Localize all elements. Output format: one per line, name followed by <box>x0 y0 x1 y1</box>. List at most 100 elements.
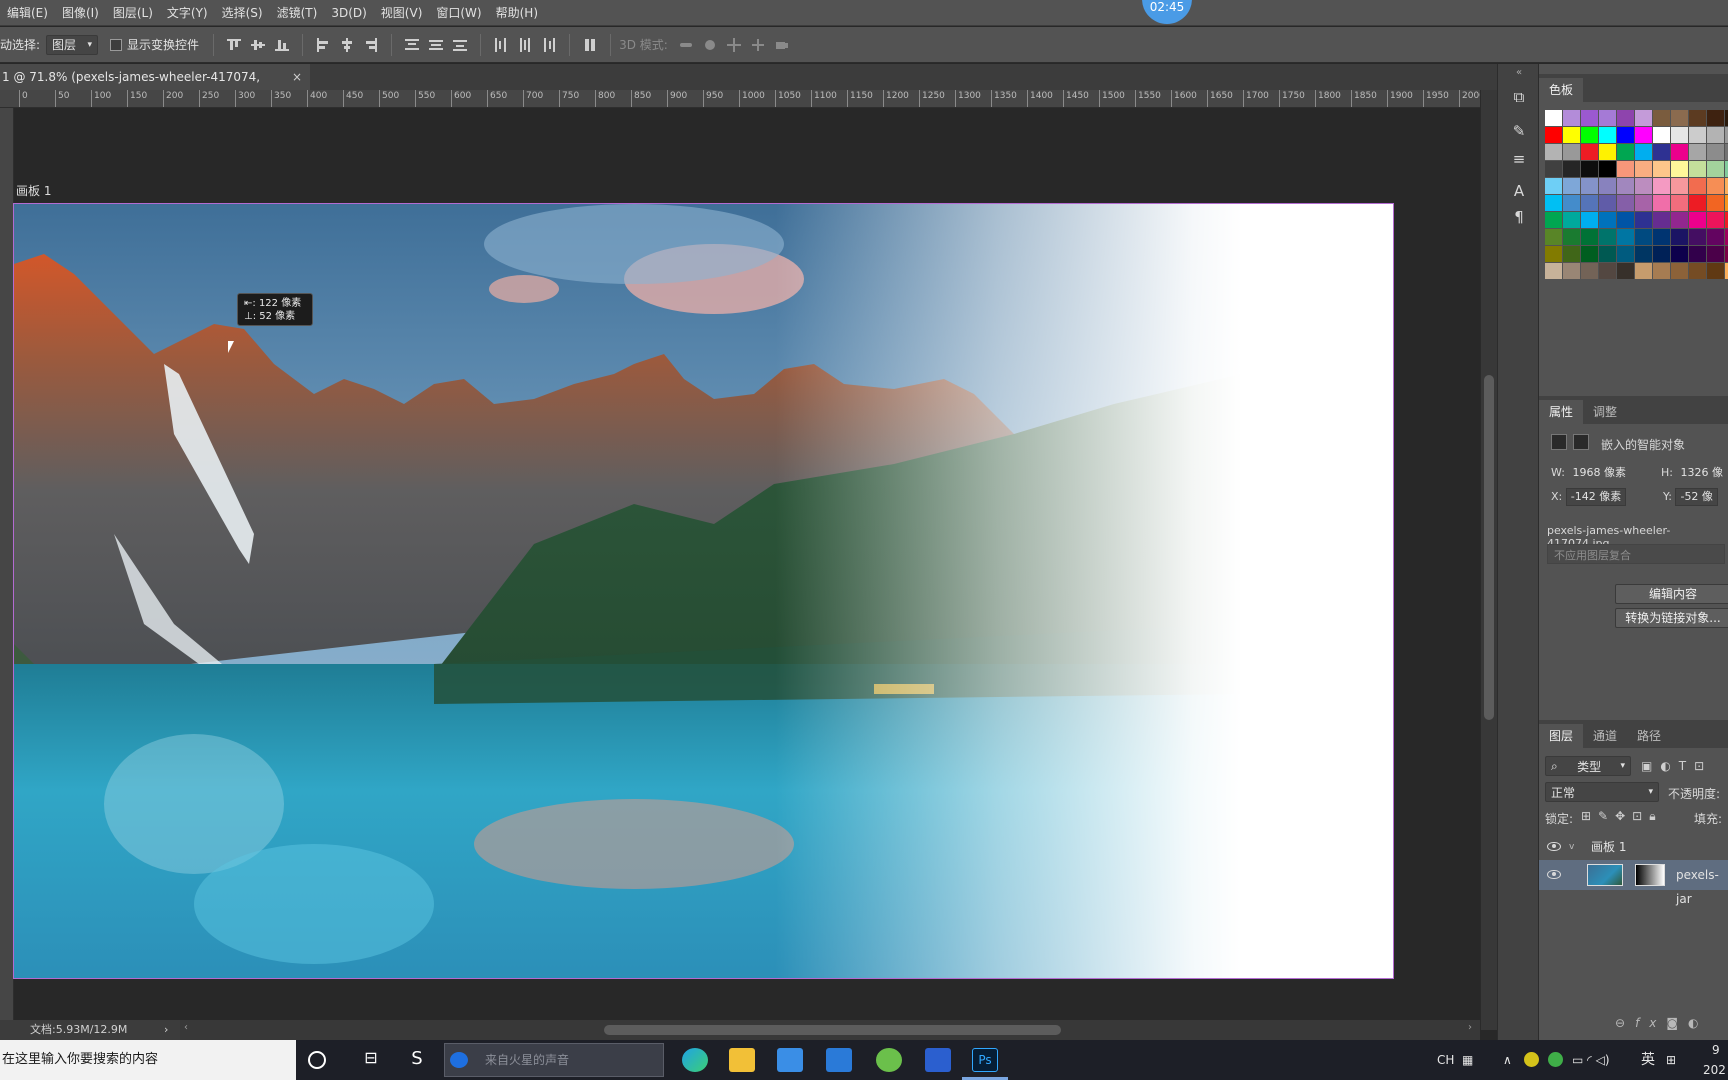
distribute-bottom-icon[interactable] <box>453 38 468 52</box>
photoshop-icon[interactable]: Ps <box>972 1048 998 1072</box>
artboard-label[interactable]: 画板 1 <box>16 182 51 199</box>
color-swatch[interactable] <box>1581 195 1598 211</box>
visibility-eye-icon[interactable] <box>1547 870 1561 879</box>
color-swatch[interactable] <box>1689 144 1706 160</box>
color-swatch[interactable] <box>1635 229 1652 245</box>
mail-icon[interactable] <box>826 1048 852 1072</box>
camera-3d-icon[interactable] <box>775 38 789 52</box>
cortana-icon[interactable] <box>308 1051 326 1069</box>
tab-paths[interactable]: 路径 <box>1627 724 1671 748</box>
color-swatch[interactable] <box>1671 195 1688 211</box>
store-icon[interactable] <box>777 1048 803 1072</box>
layer-comp-dropdown[interactable]: 不应用图层复合 <box>1547 544 1725 564</box>
color-swatch[interactable] <box>1599 110 1616 126</box>
distribute-left-icon[interactable] <box>494 37 508 52</box>
layer-filter-icons[interactable]: ▣◐T⊡ <box>1641 759 1712 773</box>
brush-icon[interactable]: ✎ <box>1510 122 1528 140</box>
convert-to-linked-button[interactable]: 转换为链接对象... <box>1615 608 1728 628</box>
distribute-right-icon[interactable] <box>542 37 556 52</box>
color-swatch[interactable] <box>1707 110 1724 126</box>
color-swatch[interactable] <box>1581 212 1598 228</box>
mask-icon[interactable] <box>1573 434 1589 450</box>
color-swatch[interactable] <box>1581 144 1598 160</box>
color-swatch[interactable] <box>1599 246 1616 262</box>
color-swatch[interactable] <box>1635 144 1652 160</box>
wps-icon[interactable] <box>925 1048 951 1072</box>
color-swatch[interactable] <box>1707 161 1724 177</box>
ime-language-label[interactable]: 英 <box>1641 1040 1655 1080</box>
color-swatch[interactable] <box>1581 263 1598 279</box>
horizontal-scrollbar[interactable]: ‹ › <box>180 1020 1480 1040</box>
orbit-3d-icon[interactable] <box>679 38 693 52</box>
history-icon[interactable]: ⧉ <box>1510 88 1528 106</box>
color-swatch[interactable] <box>1689 110 1706 126</box>
layer-bottom-actions[interactable]: ⊖fx◙◐ <box>1615 1016 1709 1030</box>
y-field[interactable]: -52 像 <box>1675 488 1718 506</box>
x-field[interactable]: -142 像素 <box>1565 488 1627 506</box>
slide-3d-icon[interactable] <box>751 38 765 52</box>
height-field[interactable]: 1326 像 <box>1676 465 1727 483</box>
close-icon[interactable]: × <box>292 64 302 90</box>
color-swatch[interactable] <box>1563 229 1580 245</box>
color-swatch[interactable] <box>1653 263 1670 279</box>
menu-item[interactable]: 图层(L) <box>106 0 160 26</box>
color-swatch[interactable] <box>1707 229 1724 245</box>
app-s-icon[interactable]: S <box>404 1048 430 1072</box>
blend-mode-dropdown[interactable]: 正常 ▾ <box>1545 782 1659 802</box>
document-tab[interactable]: 1 @ 71.8% (pexels-james-wheeler-417074, … <box>0 64 310 110</box>
tab-layers[interactable]: 图层 <box>1539 724 1584 748</box>
tray-app2-icon[interactable] <box>1548 1052 1563 1067</box>
color-swatch[interactable] <box>1635 127 1652 143</box>
color-swatch[interactable] <box>1545 161 1562 177</box>
keyboard-icon[interactable]: ▦ <box>1462 1040 1473 1080</box>
color-swatch[interactable] <box>1671 110 1688 126</box>
color-swatch[interactable] <box>1653 127 1670 143</box>
color-swatch[interactable] <box>1617 178 1634 194</box>
layer-filter-dropdown[interactable]: ⌕ 类型 ▾ <box>1545 756 1631 776</box>
color-swatch[interactable] <box>1689 127 1706 143</box>
color-swatch[interactable] <box>1617 161 1634 177</box>
taskbar-search-box[interactable]: 在这里输入你要搜索的内容 <box>0 1040 296 1080</box>
color-swatch[interactable] <box>1617 127 1634 143</box>
file-explorer-icon[interactable] <box>729 1048 755 1072</box>
color-swatch[interactable] <box>1689 195 1706 211</box>
vertical-scrollbar[interactable] <box>1480 90 1497 1030</box>
color-swatch[interactable] <box>1581 161 1598 177</box>
ime-keyboard-icon[interactable]: ⊞ <box>1666 1040 1676 1080</box>
color-swatch[interactable] <box>1653 195 1670 211</box>
paragraph-icon[interactable]: ¶ <box>1510 208 1528 226</box>
menu-item[interactable]: 文字(Y) <box>160 0 215 26</box>
color-swatch[interactable] <box>1563 212 1580 228</box>
scroll-left-icon[interactable]: ‹ <box>184 1022 188 1033</box>
layer-row-photo[interactable]: pexels-jar <box>1539 860 1728 906</box>
layer-mask-thumbnail[interactable] <box>1635 864 1665 886</box>
color-swatch[interactable] <box>1599 212 1616 228</box>
menu-item[interactable]: 帮助(H) <box>489 0 545 26</box>
color-swatch[interactable] <box>1653 229 1670 245</box>
color-swatch[interactable] <box>1563 178 1580 194</box>
color-swatch[interactable] <box>1617 110 1634 126</box>
lock-icons[interactable]: ⊞✎✥⊡🔒︎ <box>1581 809 1663 824</box>
hot-search-box[interactable]: 来自火星的声音 <box>444 1043 664 1077</box>
menu-item[interactable]: 选择(S) <box>215 0 270 26</box>
roll-3d-icon[interactable] <box>703 38 717 52</box>
color-swatch[interactable] <box>1707 263 1724 279</box>
scroll-right-icon[interactable]: › <box>1468 1022 1472 1033</box>
color-swatch[interactable] <box>1635 263 1652 279</box>
task-view-icon[interactable]: ⊟ <box>358 1048 384 1072</box>
color-swatch[interactable] <box>1563 161 1580 177</box>
chevron-down-icon[interactable]: v <box>1569 835 1574 859</box>
tray-app-icon[interactable] <box>1524 1052 1539 1067</box>
tab-adjustments[interactable]: 调整 <box>1583 400 1627 424</box>
color-swatch[interactable] <box>1599 263 1616 279</box>
color-swatch[interactable] <box>1545 110 1562 126</box>
edit-contents-button[interactable]: 编辑内容 <box>1615 584 1728 604</box>
tab-properties[interactable]: 属性 <box>1539 400 1584 424</box>
color-swatch[interactable] <box>1635 161 1652 177</box>
menu-item[interactable]: 滤镜(T) <box>270 0 325 26</box>
tab-swatches[interactable]: 色板 <box>1539 78 1584 102</box>
color-swatch[interactable] <box>1617 144 1634 160</box>
status-menu-arrow-icon[interactable]: › <box>164 1020 168 1040</box>
color-swatch[interactable] <box>1545 229 1562 245</box>
align-vcenter-icon[interactable] <box>251 38 266 52</box>
